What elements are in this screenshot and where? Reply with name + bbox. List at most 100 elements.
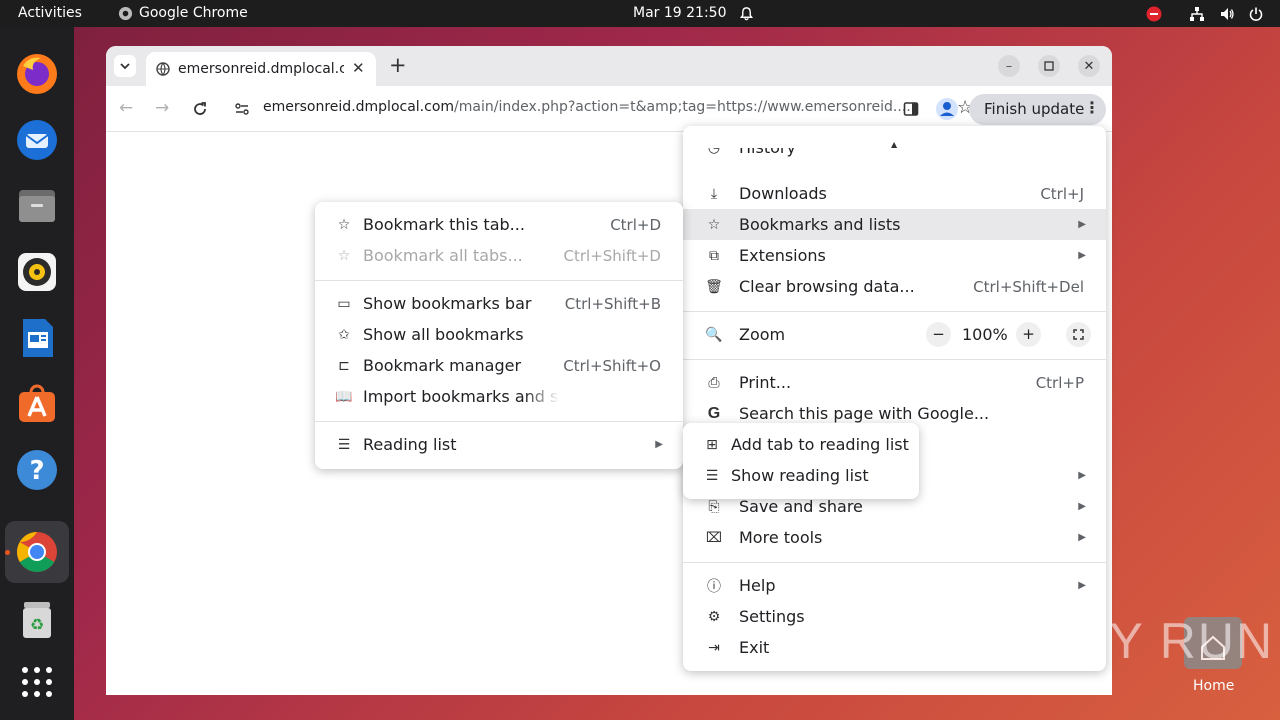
- kebab-menu-icon: ⋮: [1084, 98, 1100, 117]
- trash-icon[interactable]: ♻: [13, 596, 61, 644]
- menu-help[interactable]: ⓘ Help ▶: [683, 570, 1106, 601]
- menu-settings[interactable]: ⚙ Settings: [683, 601, 1106, 632]
- menu-show-bookmarks-bar[interactable]: ▭ Show bookmarks bar Ctrl+Shift+B: [315, 288, 683, 319]
- globe-icon: [156, 62, 170, 76]
- tab-search-button[interactable]: [114, 55, 136, 77]
- menu-history[interactable]: ◷ History: [683, 148, 1106, 170]
- files-icon[interactable]: [13, 182, 61, 230]
- chevron-down-icon: [120, 63, 130, 70]
- chevron-right-icon: ▶: [655, 439, 663, 450]
- tab-title: emersonreid.dmplocal.c: [178, 61, 344, 77]
- reading-list-submenu: ⊞ Add tab to reading list ☰ Show reading…: [683, 423, 919, 499]
- network-icon[interactable]: [1189, 6, 1205, 22]
- star-icon: ☆: [337, 216, 351, 233]
- menu-import-bookmarks[interactable]: 📖 Import bookmarks and set: [315, 381, 683, 412]
- url-text: emersonreid.dmplocal.com/main/index.php?…: [263, 99, 911, 115]
- menu-separator: [683, 359, 1106, 360]
- power-icon[interactable]: [1248, 6, 1264, 22]
- menu-extensions[interactable]: ⧉ Extensions ▶: [683, 240, 1106, 271]
- star-icon: ☆: [707, 216, 721, 233]
- writer-icon[interactable]: [13, 314, 61, 362]
- gear-icon: ⚙: [707, 608, 721, 625]
- chrome-main-menu: ▲ ◷ History ⤓ Downloads Ctrl+J ☆ Bookmar…: [683, 126, 1106, 671]
- bookmarks-bar-icon: ▭: [337, 295, 351, 312]
- clock[interactable]: Mar 19 21:50: [633, 5, 726, 21]
- reload-icon[interactable]: [192, 101, 208, 117]
- menu-separator: [315, 280, 683, 281]
- help-circle-icon: ⓘ: [707, 578, 721, 595]
- new-tab-button[interactable]: +: [389, 53, 407, 77]
- minimize-button[interactable]: –: [998, 55, 1020, 77]
- menu-bookmarks-and-lists[interactable]: ☆ Bookmarks and lists ▶: [683, 209, 1106, 240]
- omnibox[interactable]: emersonreid.dmplocal.com/main/index.php?…: [224, 91, 984, 126]
- apps-grid-icon[interactable]: [13, 658, 61, 706]
- activities-button[interactable]: Activities: [18, 5, 82, 21]
- fullscreen-button[interactable]: [1066, 322, 1091, 347]
- menu-bookmark-this-tab[interactable]: ☆ Bookmark this tab... Ctrl+D: [315, 209, 683, 240]
- volume-icon[interactable]: [1219, 6, 1235, 22]
- menu-clear-browsing-data[interactable]: 🗑 Clear browsing data... Ctrl+Shift+Del: [683, 271, 1106, 302]
- svg-text:?: ?: [29, 456, 44, 486]
- reading-list-icon: ☰: [337, 436, 351, 453]
- software-icon[interactable]: [13, 380, 61, 428]
- stars-icon: ✩: [338, 326, 350, 343]
- url-host: emersonreid.dmplocal.com: [263, 99, 455, 115]
- profile-avatar-icon[interactable]: [935, 97, 959, 121]
- zoom-in-button[interactable]: +: [1016, 322, 1041, 347]
- trash-can-icon: 🗑: [705, 278, 723, 295]
- close-window-button[interactable]: ✕: [1078, 55, 1100, 77]
- tab-active[interactable]: emersonreid.dmplocal.c ✕: [146, 52, 376, 86]
- dock: ? ♻: [0, 27, 74, 720]
- menu-add-to-reading-list[interactable]: ⊞ Add tab to reading list: [683, 429, 919, 460]
- menu-print[interactable]: ⎙ Print... Ctrl+P: [683, 367, 1106, 398]
- menu-reading-list[interactable]: ☰ Reading list ▶: [315, 429, 683, 460]
- app-name: Google Chrome: [139, 5, 248, 21]
- maximize-button[interactable]: [1038, 55, 1060, 77]
- chevron-right-icon: ▶: [1078, 532, 1086, 543]
- help-icon[interactable]: ?: [13, 446, 61, 494]
- back-icon[interactable]: ←: [119, 98, 133, 118]
- menu-exit[interactable]: ⇥ Exit: [683, 632, 1106, 663]
- zoom-level: 100%: [962, 325, 1008, 344]
- app-menu[interactable]: Google Chrome: [118, 5, 248, 21]
- url-path: /main/index.php?action=t&amp;tag=https:/…: [454, 99, 911, 115]
- side-panel-icon[interactable]: [903, 101, 919, 117]
- bell-icon: [739, 7, 754, 21]
- google-g-icon: G: [707, 404, 721, 422]
- toolbox-icon: ⌧: [705, 529, 723, 546]
- menu-show-all-bookmarks[interactable]: ✩ Show all bookmarks: [315, 319, 683, 350]
- menu-separator: [683, 562, 1106, 563]
- menu-show-reading-list[interactable]: ☰ Show reading list: [683, 460, 919, 491]
- rhythmbox-icon[interactable]: [13, 248, 61, 296]
- star-icon: ☆: [337, 247, 351, 264]
- chevron-right-icon: ▶: [1078, 580, 1086, 591]
- menu-more-tools[interactable]: ⌧ More tools ▶: [683, 522, 1106, 553]
- menu-bookmark-all-tabs: ☆ Bookmark all tabs... Ctrl+Shift+D: [315, 240, 683, 271]
- home-label: Home: [1193, 678, 1235, 694]
- tab-strip: emersonreid.dmplocal.c ✕ + – ✕: [106, 46, 1112, 86]
- firefox-icon[interactable]: [13, 50, 61, 98]
- forward-icon[interactable]: →: [155, 98, 169, 118]
- menu-separator: [315, 421, 683, 422]
- chevron-right-icon: ▶: [1078, 250, 1086, 261]
- reading-list-icon: ☰: [705, 467, 719, 484]
- download-icon: ⤓: [710, 185, 718, 202]
- chevron-right-icon: ▶: [1078, 501, 1086, 512]
- exit-icon: ⇥: [708, 639, 720, 656]
- site-info-icon[interactable]: [234, 101, 250, 117]
- puzzle-icon: ⧉: [709, 247, 719, 264]
- finish-update-button[interactable]: Finish update ⋮: [969, 94, 1106, 125]
- zoom-out-button[interactable]: −: [926, 322, 951, 347]
- menu-bookmark-manager[interactable]: ⊏ Bookmark manager Ctrl+Shift+O: [315, 350, 683, 381]
- tab-close-icon[interactable]: ✕: [352, 59, 365, 77]
- top-bar: Activities Google Chrome Mar 19 21:50: [0, 0, 1280, 27]
- chrome-icon[interactable]: [5, 521, 69, 583]
- printer-icon: ⎙: [708, 374, 720, 391]
- bookmarks-submenu: ☆ Bookmark this tab... Ctrl+D ☆ Bookmark…: [315, 202, 683, 469]
- zoom-icon: 🔍: [705, 326, 723, 343]
- menu-zoom: 🔍 Zoom − 100% +: [683, 319, 1106, 350]
- book-icon: 📖: [335, 388, 353, 405]
- thunderbird-icon[interactable]: [13, 116, 61, 164]
- menu-downloads[interactable]: ⤓ Downloads Ctrl+J: [683, 178, 1106, 209]
- stop-indicator-icon[interactable]: [1146, 6, 1162, 22]
